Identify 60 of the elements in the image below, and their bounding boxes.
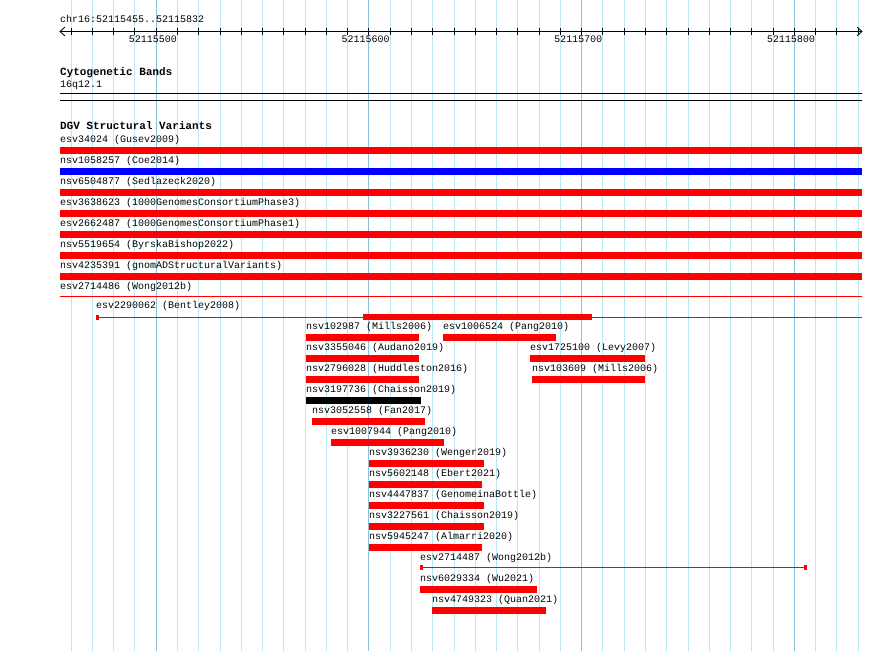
variant-bar[interactable] <box>306 376 419 383</box>
variant-label: nsv5519654 (ByrskaBishop2022) <box>60 240 234 252</box>
variant-label: nsv4749323 (Quan2021) <box>432 595 558 607</box>
variant-bar[interactable] <box>60 273 862 280</box>
variant-label: nsv6029334 (Wu2021) <box>420 574 534 586</box>
variant-bar[interactable] <box>60 168 862 175</box>
variant-label: esv2290062 (Bentley2008) <box>96 301 240 313</box>
locus-label: chr16:52115455..52115832 <box>60 15 204 27</box>
ruler-tick-label: 52115500 <box>128 35 177 47</box>
variant-label: nsv102987 (Mills2006) <box>306 322 432 334</box>
variant-bar[interactable] <box>331 439 444 446</box>
ruler-tick-label: 52115700 <box>554 35 602 47</box>
variant-label: esv2714487 (Wong2012b) <box>420 553 552 565</box>
variant-label: nsv3197736 (Chaisson2019) <box>306 385 456 397</box>
variant-label: nsv4447837 (GenomeinaBottle) <box>369 490 538 502</box>
variant-label: esv3638623 (1000GenomesConsortiumPhase3) <box>60 198 300 210</box>
cytoband-line[interactable] <box>60 93 862 94</box>
variant-bar[interactable] <box>60 147 862 154</box>
variant-bar[interactable] <box>312 418 425 425</box>
variant-label: nsv5602148 (Ebert2021) <box>369 469 502 481</box>
variant-label: nsv3052558 (Fan2017) <box>312 406 432 418</box>
variant-bar[interactable] <box>60 252 862 259</box>
ruler-tick-label: 52115800 <box>766 35 815 47</box>
variant-label: nsv5945247 (Almarri2020) <box>369 532 514 544</box>
variant-bar[interactable] <box>60 210 862 217</box>
variant-label: nsv3355046 (Audano2019) <box>306 343 444 355</box>
variant-bar[interactable] <box>369 502 484 509</box>
variant-label: nsv3227561 (Chaisson2019) <box>369 511 520 523</box>
variant-label: nsv1058257 (Coe2014) <box>60 156 180 168</box>
variant-bar[interactable] <box>432 607 546 614</box>
variant-bar[interactable] <box>306 397 421 404</box>
variant-label: esv34024 (Gusev2009) <box>60 135 180 147</box>
variant-bar[interactable] <box>306 355 419 362</box>
variant-bar[interactable] <box>306 334 419 341</box>
variant-label: esv2714486 (Wong2012b) <box>60 282 192 294</box>
band-label: 16q12.1 <box>60 80 102 92</box>
variant-bar[interactable] <box>420 586 537 593</box>
variant-label: nsv2796028 (Huddleston2016) <box>306 364 468 376</box>
ruler-tick-label: 52115600 <box>341 35 390 47</box>
variant-line[interactable] <box>420 565 807 570</box>
variant-bar[interactable] <box>369 544 482 551</box>
variant-label: nsv4235391 (gnomADStructuralVariants) <box>60 261 282 273</box>
variant-bar[interactable] <box>369 481 482 488</box>
variant-label: esv1007944 (Pang2010) <box>331 427 458 439</box>
track-title: DGV Structural Variants <box>60 121 212 134</box>
variant-bar[interactable] <box>443 334 556 341</box>
variant-bar[interactable] <box>369 460 484 467</box>
variant-label: nsv3936230 (Wenger2019) <box>369 448 508 460</box>
variant-label: esv1725100 (Levy2007) <box>530 343 656 355</box>
variant-line[interactable] <box>60 294 862 299</box>
variant-bar[interactable] <box>530 355 645 362</box>
variant-bar[interactable] <box>369 523 484 530</box>
variant-bar[interactable] <box>532 376 645 383</box>
variant-bar[interactable] <box>60 231 862 238</box>
variant-bar[interactable] <box>60 189 862 196</box>
variant-label: esv1006524 (Pang2010) <box>443 322 570 334</box>
variant-label: nsv103609 (Mills2006) <box>532 364 658 376</box>
track-title: Cytogenetic Bands <box>60 67 172 80</box>
variant-label: esv2662487 (1000GenomesConsortiumPhase1) <box>60 219 300 231</box>
variant-label: nsv6504877 (Sedlazeck2020) <box>60 177 216 189</box>
